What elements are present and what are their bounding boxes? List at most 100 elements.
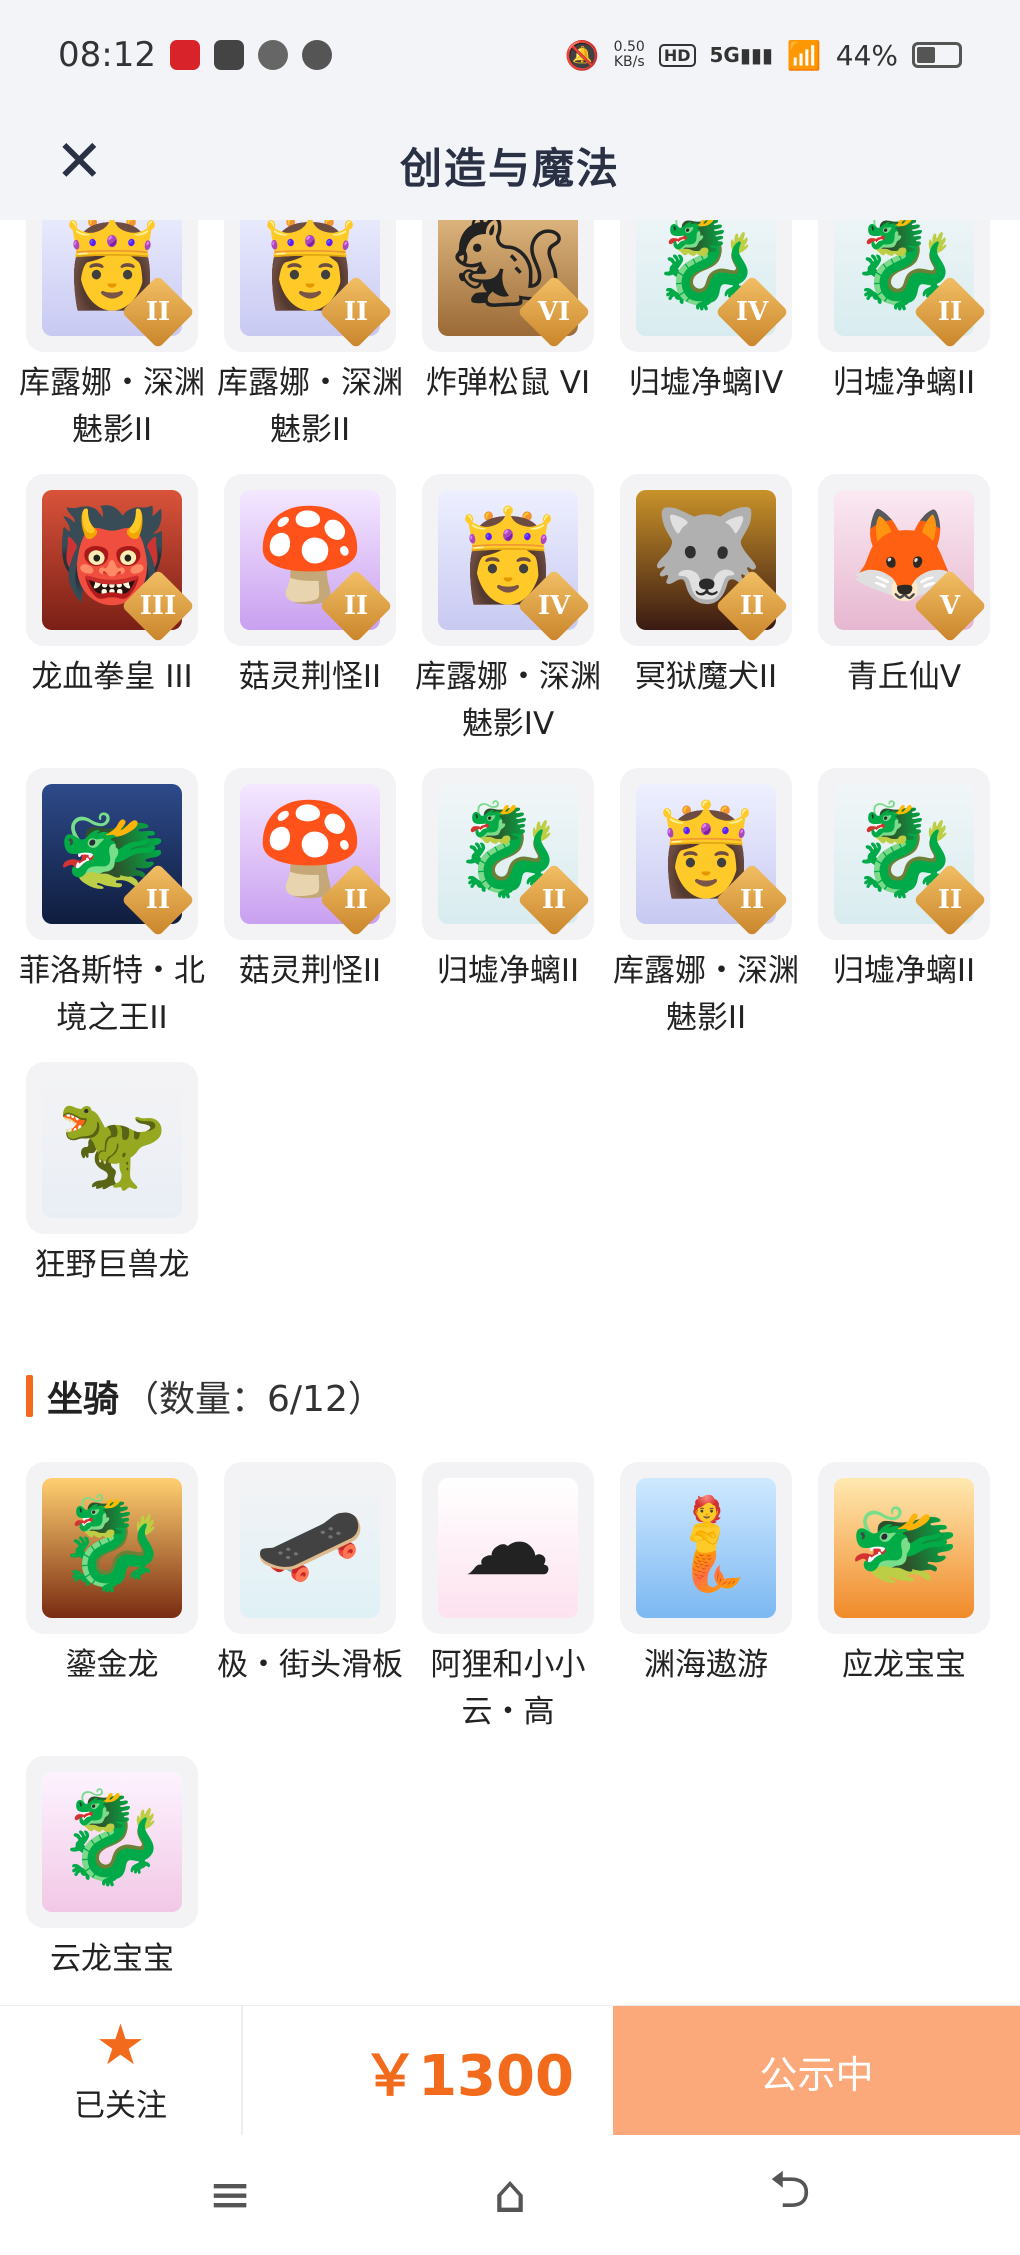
item-thumbnail: 🐿 VI bbox=[422, 220, 594, 352]
item-name: 归墟净螭II bbox=[436, 953, 580, 989]
mute-bell-icon: 🔕 bbox=[564, 38, 600, 72]
status-time: 08:12 bbox=[58, 35, 156, 75]
signal-icon: 5G▮▮▮ bbox=[709, 43, 773, 67]
section-title: 坐骑 bbox=[47, 1379, 120, 1420]
item-thumbnail: 👸 II bbox=[26, 220, 198, 352]
price: ￥1300 bbox=[362, 2043, 574, 2109]
wechat-icon bbox=[257, 40, 288, 70]
item-name: 菇灵荆怪II bbox=[238, 659, 382, 695]
page-header: ✕ 创造与魔法 bbox=[0, 110, 1020, 220]
item-tile[interactable]: 👹 III 龙血拳皇 III bbox=[26, 474, 198, 701]
tier-label: III bbox=[139, 591, 177, 621]
system-nav-bar: ≡ ⌂ ⮌ bbox=[0, 2135, 1020, 2255]
item-tile[interactable]: 🐉 鎏金龙 bbox=[26, 1462, 198, 1689]
back-icon[interactable]: ⮌ bbox=[750, 2151, 830, 2240]
item-name: 云龙宝宝 bbox=[50, 1941, 174, 1977]
tier-label: II bbox=[541, 885, 567, 915]
sea-girl-glyph-icon: 🧜 bbox=[649, 1491, 763, 1596]
item-thumbnail: 👸 II bbox=[620, 768, 792, 940]
item-thumbnail: 🐉 II bbox=[818, 768, 990, 940]
item-thumbnail: 👹 III bbox=[26, 474, 198, 646]
price-box: ￥1300 bbox=[243, 2006, 613, 2136]
fox-cloud-glyph-icon: ☁ bbox=[463, 1491, 553, 1596]
public-status-button[interactable]: 公示中 bbox=[613, 2006, 1020, 2136]
item-name: 龙血拳皇 III bbox=[31, 659, 193, 695]
item-tile[interactable]: 🦊 V 青丘仙V bbox=[818, 474, 990, 701]
item-thumbnail: 🛹 bbox=[224, 1462, 396, 1634]
content-area[interactable]: 👸 II 库露娜・深渊魅影II 👸 II 库露娜・深渊魅影II 🐿 VI 炸弹松鼠 VI 🐉 IV 归… bbox=[0, 220, 1020, 2005]
item-name: 鎏金龙 bbox=[65, 1647, 159, 1683]
item-tile[interactable]: 👸 II 库露娜・深渊魅影II bbox=[217, 220, 403, 454]
item-tile[interactable]: ☁ 阿狸和小小云・高 bbox=[422, 1462, 594, 1736]
wild-dinosaur-glyph-icon: 🦖 bbox=[55, 1091, 169, 1196]
item-name: 归墟净螭II bbox=[832, 365, 976, 401]
item-thumbnail: 🦊 V bbox=[818, 474, 990, 646]
tier-label: VI bbox=[537, 297, 571, 327]
tier-label: II bbox=[343, 297, 369, 327]
item-tile[interactable]: 👸 II 库露娜・深渊魅影II bbox=[613, 768, 799, 1042]
item-thumbnail: ☁ bbox=[422, 1462, 594, 1634]
tier-label: II bbox=[343, 885, 369, 915]
item-tile[interactable]: 🐉 II 归墟净螭II bbox=[818, 768, 990, 995]
tier-badge: II bbox=[715, 863, 789, 937]
item-thumbnail: 🧜 bbox=[620, 1462, 792, 1634]
tier-badge: VI bbox=[517, 275, 591, 349]
tier-badge: II bbox=[319, 569, 393, 643]
page-title: 创造与魔法 bbox=[399, 143, 620, 193]
taobao-app-icon bbox=[169, 40, 200, 70]
item-thumbnail: 🐉 II bbox=[818, 220, 990, 352]
item-tile[interactable]: 👸 II 库露娜・深渊魅影II bbox=[19, 220, 205, 454]
item-tile[interactable]: 🐲 II 菲洛斯特・北境之王II bbox=[19, 768, 205, 1042]
vivo-app-icon bbox=[213, 40, 244, 70]
item-tile[interactable]: 🧜 渊海遨游 bbox=[620, 1462, 792, 1689]
menu-icon[interactable]: ≡ bbox=[190, 2165, 270, 2225]
item-thumbnail: 🦖 bbox=[26, 1062, 198, 1234]
tier-label: II bbox=[739, 885, 765, 915]
hd-icon: HD bbox=[658, 43, 696, 67]
star-icon: ★ bbox=[95, 2012, 146, 2078]
item-tile[interactable]: 🐉 云龙宝宝 bbox=[26, 1756, 198, 1983]
item-name: 库露娜・深渊魅影II bbox=[613, 953, 799, 1036]
item-tile[interactable]: 🐉 II 归墟净螭II bbox=[818, 220, 990, 407]
item-name: 库露娜・深渊魅影II bbox=[217, 365, 403, 448]
tier-badge: II bbox=[319, 275, 393, 349]
home-icon[interactable]: ⌂ bbox=[470, 2165, 550, 2225]
item-name: 归墟净螭II bbox=[832, 953, 976, 989]
item-tile[interactable]: 🍄 II 菇灵荆怪II bbox=[224, 768, 396, 995]
item-name: 青丘仙V bbox=[846, 659, 962, 695]
item-tile[interactable]: 🍄 II 菇灵荆怪II bbox=[224, 474, 396, 701]
skateboard-glyph-icon: 🛹 bbox=[253, 1491, 367, 1596]
tier-badge: II bbox=[913, 863, 987, 937]
item-name: 阿狸和小小云・高 bbox=[430, 1647, 586, 1730]
wifi-icon: 📶 bbox=[786, 38, 822, 72]
item-tile[interactable]: 🐉 IV 归墟净螭IV bbox=[620, 220, 792, 407]
item-name: 库露娜・深渊魅影IV bbox=[415, 659, 601, 742]
item-name: 应龙宝宝 bbox=[842, 1647, 966, 1683]
item-name: 渊海遨游 bbox=[644, 1647, 768, 1683]
tier-label: II bbox=[937, 885, 963, 915]
item-tile[interactable]: 🐲 应龙宝宝 bbox=[818, 1462, 990, 1689]
message-icon bbox=[301, 40, 332, 70]
section-accent-bar bbox=[26, 1375, 33, 1417]
mounts-section-header: 坐骑 （数量：6/12） bbox=[26, 1370, 384, 1422]
item-thumbnail: 🐲 II bbox=[26, 768, 198, 940]
item-tile[interactable]: 🐺 II 冥狱魔犬II bbox=[620, 474, 792, 701]
footer-bar: ★ 已关注 ￥1300 公示中 bbox=[0, 2005, 1020, 2136]
item-tile[interactable]: 🛹 极・街头滑板 bbox=[217, 1462, 403, 1689]
item-name: 炸弹松鼠 VI bbox=[425, 365, 591, 401]
item-tile[interactable]: 🐿 VI 炸弹松鼠 VI bbox=[422, 220, 594, 407]
tier-label: II bbox=[739, 591, 765, 621]
follow-button[interactable]: ★ 已关注 bbox=[0, 2006, 243, 2136]
tier-badge: IV bbox=[517, 569, 591, 643]
tier-badge: II bbox=[121, 275, 195, 349]
item-name: 归墟净螭IV bbox=[628, 365, 784, 401]
item-tile[interactable]: 👸 IV 库露娜・深渊魅影IV bbox=[415, 474, 601, 748]
tier-label: IV bbox=[735, 297, 769, 327]
item-tile[interactable]: 🦖 狂野巨兽龙 bbox=[26, 1062, 198, 1289]
item-tile[interactable]: 🐉 II 归墟净螭II bbox=[422, 768, 594, 995]
item-thumbnail: 🐉 bbox=[26, 1756, 198, 1928]
item-name: 狂野巨兽龙 bbox=[34, 1247, 190, 1283]
tier-badge: III bbox=[121, 569, 195, 643]
close-button[interactable]: ✕ bbox=[55, 126, 125, 196]
item-thumbnail: 🐉 II bbox=[422, 768, 594, 940]
